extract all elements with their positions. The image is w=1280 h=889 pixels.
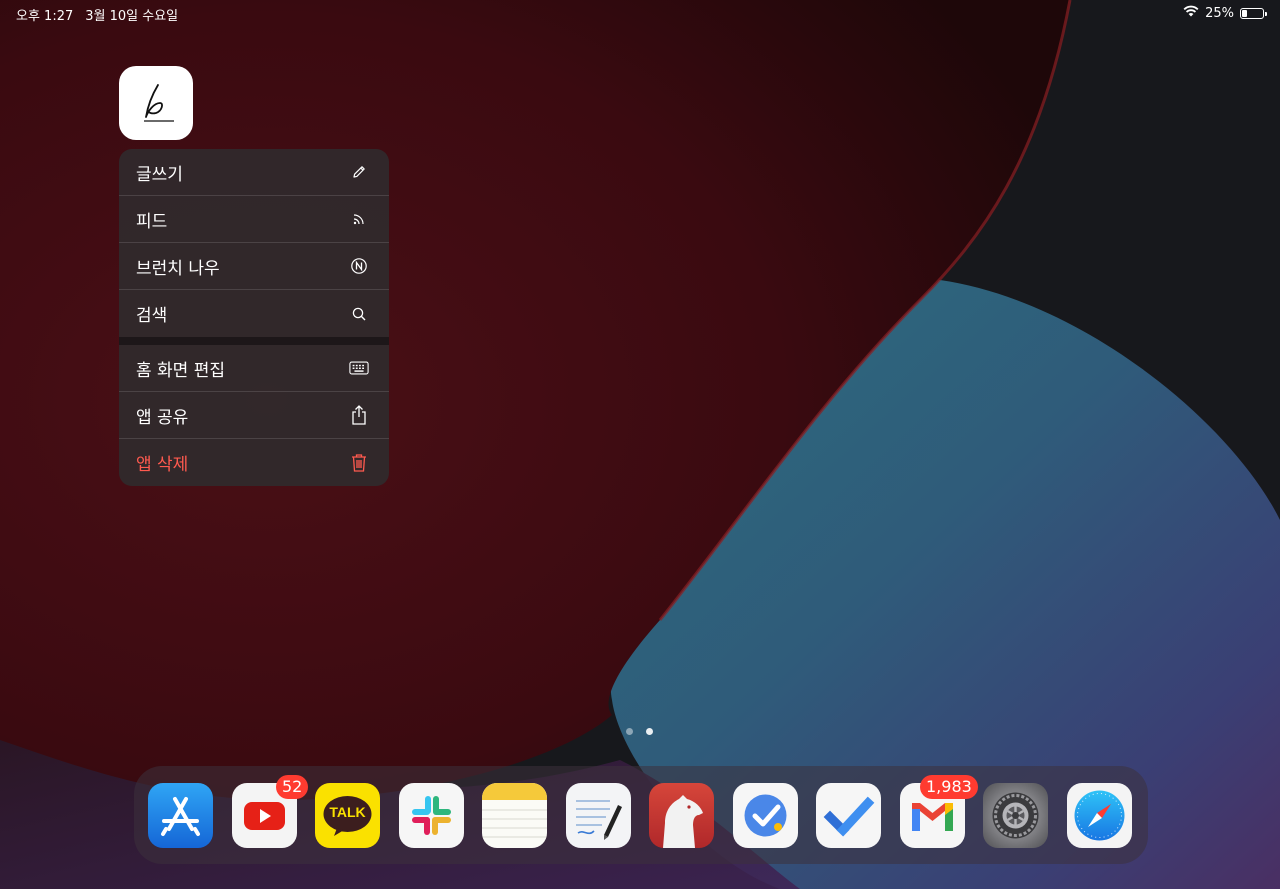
status-time: 오후 1:27	[16, 9, 74, 24]
trash-icon	[349, 453, 369, 473]
menu-item-label: 홈 화면 편집	[136, 360, 226, 381]
share-icon	[349, 405, 369, 425]
keyboard-icon	[349, 358, 369, 378]
menu-item-label: 피드	[136, 211, 168, 232]
menu-item-label: 브런치 나우	[136, 258, 220, 279]
battery-level	[1242, 9, 1247, 17]
page-dot[interactable]	[626, 728, 633, 735]
status-date: 3월 10일 수요일	[85, 9, 179, 24]
google-tasks-icon[interactable]	[733, 783, 798, 848]
kakaotalk-icon[interactable]: TALK	[315, 783, 380, 848]
settings-icon[interactable]	[983, 783, 1048, 848]
slack-icon[interactable]	[399, 783, 464, 848]
gmail-icon[interactable]: 1,983	[900, 775, 978, 848]
battery-icon	[1240, 7, 1267, 19]
notification-badge: 1,983	[920, 775, 978, 799]
pencil-icon	[349, 162, 369, 182]
menu-item-write[interactable]: 글쓰기	[119, 149, 389, 196]
menu-item-label: 검색	[136, 306, 168, 326]
search-icon	[349, 304, 369, 324]
menu-item-label: 글쓰기	[136, 164, 183, 185]
menu-item-label: 앱 공유	[136, 407, 189, 428]
kakaotalk-label: TALK	[329, 804, 366, 820]
n-circle-icon	[349, 256, 369, 276]
app-store-icon[interactable]	[148, 783, 213, 848]
notes-icon[interactable]	[482, 783, 547, 848]
status-bar: 오후 1:27 3월 10일 수요일 25%	[0, 0, 1280, 26]
menu-item-edit-home-screen[interactable]: 홈 화면 편집	[119, 345, 389, 392]
bear-icon[interactable]	[649, 783, 714, 848]
wifi-icon	[1183, 5, 1199, 21]
page-indicator[interactable]	[626, 728, 653, 735]
dock: 52 TALK 1,983	[134, 766, 1148, 864]
safari-icon[interactable]	[1067, 783, 1132, 848]
menu-item-brunch-now[interactable]: 브런치 나우	[119, 243, 389, 290]
menu-item-share-app[interactable]: 앱 공유	[119, 392, 389, 439]
notes-pen-icon[interactable]	[566, 783, 631, 848]
notification-badge: 52	[276, 775, 309, 799]
page-dot-active[interactable]	[646, 728, 653, 735]
menu-item-search[interactable]: 검색	[119, 290, 389, 337]
menu-item-label: 앱 삭제	[136, 455, 189, 475]
menu-item-feed[interactable]: 피드	[119, 196, 389, 243]
microsoft-todo-icon[interactable]	[816, 783, 881, 848]
menu-separator	[119, 337, 389, 345]
focused-app-icon[interactable]	[119, 66, 193, 140]
app-context-menu: 글쓰기 피드 브런치 나우 검색 홈 화면 편집 앱 공유 앱 삭제	[119, 149, 389, 486]
handwriting-pen-icon	[144, 84, 174, 122]
battery-percent: 25%	[1205, 5, 1234, 21]
menu-item-delete-app[interactable]: 앱 삭제	[119, 439, 389, 486]
rss-icon	[349, 209, 369, 229]
youtube-icon[interactable]: 52	[232, 775, 309, 848]
